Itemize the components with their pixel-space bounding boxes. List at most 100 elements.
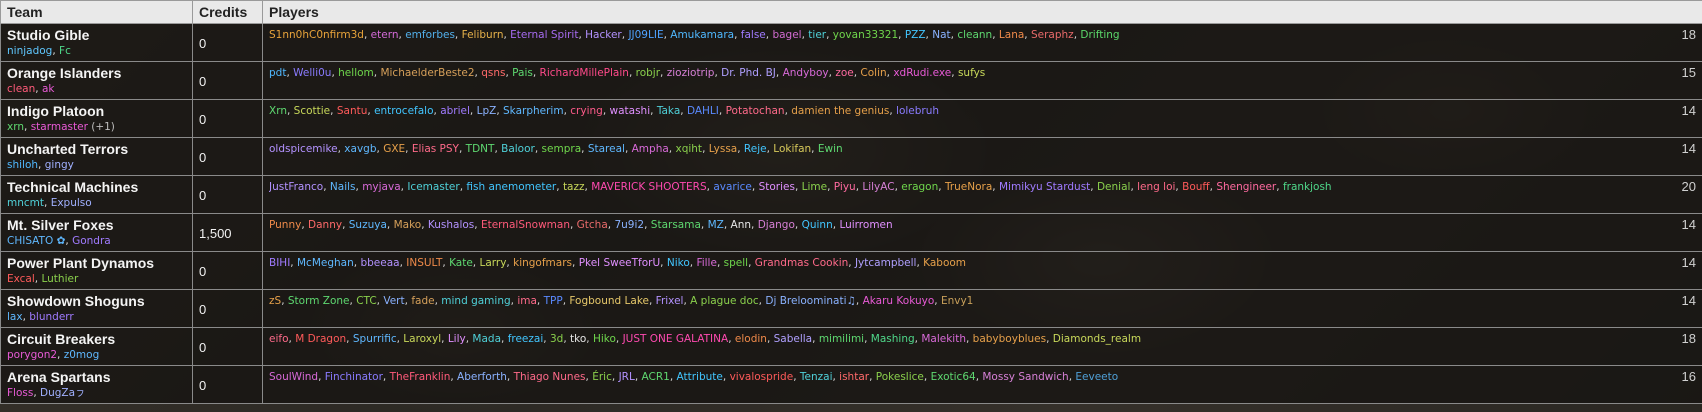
player-name[interactable]: eifo: [269, 333, 289, 345]
player-name[interactable]: abriel: [440, 105, 470, 117]
player-name[interactable]: LilyAC: [862, 181, 894, 193]
player-name[interactable]: GXE: [383, 143, 405, 155]
manager-name[interactable]: Gondra: [72, 235, 111, 247]
player-name[interactable]: vivalospride: [730, 371, 794, 383]
player-name[interactable]: BIHI: [269, 257, 290, 269]
player-name[interactable]: A plague doc: [690, 295, 759, 307]
manager-name[interactable]: z0mog: [64, 349, 100, 361]
player-name[interactable]: Vert: [383, 295, 404, 307]
manager-name[interactable]: mncmt: [7, 197, 44, 209]
player-name[interactable]: Baloor: [501, 143, 535, 155]
player-name[interactable]: Scottie: [294, 105, 330, 117]
player-name[interactable]: Mada: [472, 333, 501, 345]
player-name[interactable]: entrocefalo: [374, 105, 433, 117]
player-name[interactable]: Thiago Nunes: [514, 371, 586, 383]
manager-name[interactable]: clean: [7, 83, 35, 95]
manager-name[interactable]: Expulso: [51, 197, 92, 209]
player-name[interactable]: MichaelderBeste2: [380, 67, 474, 79]
player-name[interactable]: ima: [517, 295, 537, 307]
player-name[interactable]: fish anemometer: [466, 181, 556, 193]
player-name[interactable]: Dj Breloominati♫: [765, 295, 856, 307]
player-name[interactable]: tazz: [563, 181, 585, 193]
manager-name[interactable]: shiloh: [7, 159, 38, 171]
player-name[interactable]: watashi: [610, 105, 651, 117]
player-name[interactable]: LpZ: [477, 105, 497, 117]
player-name[interactable]: sempra: [542, 143, 582, 155]
manager-name[interactable]: ak: [42, 83, 55, 95]
player-name[interactable]: Icemaster: [407, 181, 459, 193]
team-name[interactable]: Orange Islanders: [7, 65, 186, 81]
player-name[interactable]: Hiko: [593, 333, 616, 345]
player-name[interactable]: JRL: [619, 371, 635, 383]
player-name[interactable]: PZZ: [905, 29, 926, 41]
player-name[interactable]: sufys: [958, 67, 985, 79]
player-name[interactable]: Nails: [330, 181, 356, 193]
player-name[interactable]: TheFranklin: [390, 371, 451, 383]
player-name[interactable]: Andyboy: [783, 67, 829, 79]
player-name[interactable]: Drifting: [1080, 29, 1119, 41]
player-name[interactable]: Taka: [657, 105, 680, 117]
manager-name[interactable]: DugZaㇷ: [40, 387, 86, 399]
player-name[interactable]: Luirromen: [839, 219, 892, 231]
player-name[interactable]: EternalSnowman: [481, 219, 570, 231]
player-name[interactable]: TPP: [544, 295, 563, 307]
manager-name[interactable]: Fc: [59, 45, 71, 57]
manager-name[interactable]: xrn: [7, 121, 24, 133]
player-name[interactable]: Laroxyl: [403, 333, 441, 345]
player-name[interactable]: Reje: [744, 143, 767, 155]
player-name[interactable]: Eternal Spirit: [510, 29, 578, 41]
player-name[interactable]: Jytcampbell: [855, 257, 917, 269]
player-name[interactable]: DAHLI: [687, 105, 719, 117]
player-name[interactable]: robjr: [636, 67, 660, 79]
player-name[interactable]: SoulWind: [269, 371, 318, 383]
player-name[interactable]: Ann: [731, 219, 752, 231]
player-name[interactable]: Fogbound Lake: [569, 295, 649, 307]
player-name[interactable]: Colin: [860, 67, 886, 79]
player-name[interactable]: oldspicemike: [269, 143, 338, 155]
player-name[interactable]: ishtar: [839, 371, 869, 383]
player-name[interactable]: Sabella: [774, 333, 813, 345]
player-name[interactable]: Mashing: [871, 333, 915, 345]
manager-name[interactable]: CHISATO ✿: [7, 235, 65, 247]
manager-name[interactable]: Excal: [7, 273, 35, 285]
team-name[interactable]: Arena Spartans: [7, 369, 186, 385]
manager-name[interactable]: gingy: [45, 159, 74, 171]
player-name[interactable]: JUST ONE GALATINA: [623, 333, 729, 345]
manager-name[interactable]: Luthier: [41, 273, 78, 285]
players-column-header[interactable]: Players: [262, 0, 1702, 24]
player-name[interactable]: Stories: [759, 181, 795, 193]
team-name[interactable]: Circuit Breakers: [7, 331, 186, 347]
team-name[interactable]: Mt. Silver Foxes: [7, 217, 186, 233]
player-name[interactable]: Lokifan: [773, 143, 811, 155]
player-name[interactable]: tier: [808, 29, 826, 41]
player-name[interactable]: Pokeslice: [876, 371, 924, 383]
player-name[interactable]: Finchinator: [325, 371, 383, 383]
player-name[interactable]: Nat: [932, 29, 950, 41]
player-name[interactable]: cleann: [957, 29, 992, 41]
player-name[interactable]: mind gaming: [441, 295, 510, 307]
player-name[interactable]: 7u9i2: [614, 219, 644, 231]
player-name[interactable]: CTC: [356, 295, 376, 307]
player-name[interactable]: Quinn: [802, 219, 833, 231]
player-name[interactable]: spell: [724, 257, 748, 269]
team-name[interactable]: Showdown Shoguns: [7, 293, 186, 309]
manager-name[interactable]: ninjadog: [7, 45, 52, 57]
player-name[interactable]: Welli0u: [293, 67, 331, 79]
player-name[interactable]: Seraphz: [1031, 29, 1074, 41]
player-name[interactable]: mimilimi: [819, 333, 864, 345]
player-name[interactable]: crying: [570, 105, 603, 117]
player-name[interactable]: Potatochan: [726, 105, 785, 117]
player-name[interactable]: Fille: [696, 257, 717, 269]
player-name[interactable]: emforbes: [405, 29, 455, 41]
player-name[interactable]: Exotic64: [931, 371, 976, 383]
player-name[interactable]: INSULT: [406, 257, 442, 269]
player-name[interactable]: Diamonds_realm: [1053, 333, 1141, 345]
player-name[interactable]: Kaboom: [923, 257, 966, 269]
player-name[interactable]: RichardMillePlain: [540, 67, 629, 79]
player-name[interactable]: Éric: [592, 371, 612, 383]
player-name[interactable]: Akaru Kokuyo: [863, 295, 935, 307]
player-name[interactable]: Mossy Sandwich: [982, 371, 1068, 383]
player-name[interactable]: etern: [371, 29, 399, 41]
player-name[interactable]: Pais: [512, 67, 533, 79]
team-name[interactable]: Power Plant Dynamos: [7, 255, 186, 271]
